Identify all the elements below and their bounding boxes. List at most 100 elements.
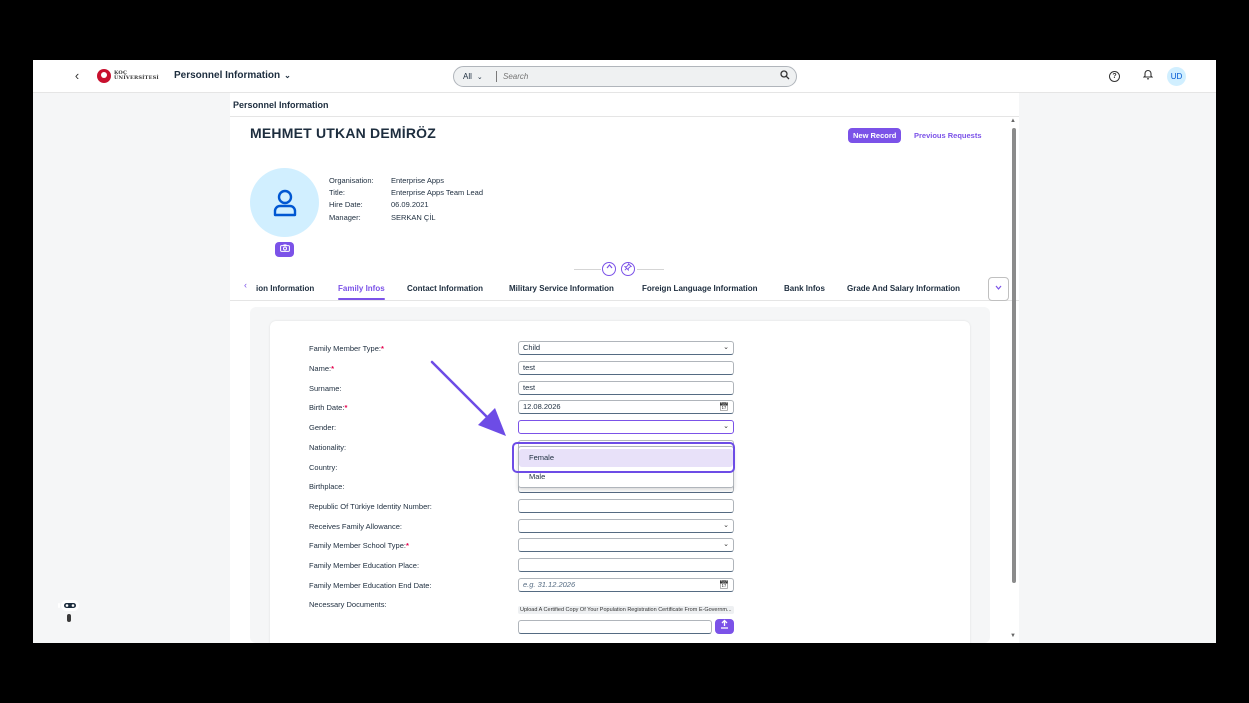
info-row-manager: Manager: SERKAN ÇİL <box>329 212 483 224</box>
camera-icon <box>279 244 290 252</box>
surname-label: Surname: <box>309 384 342 393</box>
info-label: Title: <box>329 188 345 198</box>
country-label: Country: <box>309 463 338 472</box>
tab-bank-infos[interactable]: Bank Infos <box>784 284 825 293</box>
company-logo[interactable]: KOÇ ÜNİVERSİTESİ <box>97 69 159 83</box>
school-type-label: Family Member School Type:* <box>309 541 409 550</box>
form-section: Family Member Type:* Child ⌄ Name:* test … <box>250 307 990 643</box>
document-upload-input[interactable] <box>518 620 712 634</box>
identity-number-input[interactable] <box>518 499 734 513</box>
chevron-up-icon <box>606 264 612 269</box>
birth-date-label: Birth Date:* <box>309 403 348 412</box>
family-member-type-label: Family Member Type:* <box>309 344 384 353</box>
search-scope-select[interactable]: All ⌄ <box>454 72 496 81</box>
info-label: Hire Date: <box>329 200 363 210</box>
app-title-menu[interactable]: Personnel Information ⌄ <box>174 70 291 81</box>
search-input[interactable] <box>497 67 774 86</box>
necessary-documents-label: Necessary Documents: <box>309 600 387 609</box>
search-box: All ⌄ <box>453 66 797 87</box>
upload-icon <box>721 619 728 629</box>
back-icon[interactable]: ‹ <box>69 68 85 84</box>
info-label: Organisation: <box>329 176 374 185</box>
calendar-icon[interactable]: 📅︎ <box>719 401 729 413</box>
tab-contact-information[interactable]: Contact Information <box>407 284 483 293</box>
tab-family-infos[interactable]: Family Infos <box>338 284 385 300</box>
info-row-hire-date: Hire Date: 06.09.2021 <box>329 199 483 211</box>
surname-input[interactable]: test <box>518 381 734 395</box>
app-title: Personnel Information <box>174 70 281 81</box>
tab-grade-and-salary-information[interactable]: Grade And Salary Information <box>847 284 960 293</box>
info-value: 06.09.2021 <box>391 200 429 210</box>
divider <box>637 269 664 270</box>
gender-label: Gender: <box>309 423 337 432</box>
family-member-type-select[interactable]: Child ⌄ <box>518 341 734 355</box>
tab-overflow-button[interactable] <box>988 277 1009 301</box>
identity-number-label: Republic Of Türkiye Identity Number: <box>309 502 432 511</box>
chevron-down-icon: ⌄ <box>284 71 291 80</box>
birth-date-picker[interactable]: 12.08.2026 📅︎ <box>518 400 734 414</box>
previous-requests-link[interactable]: Previous Requests <box>914 131 982 140</box>
pin-icon <box>623 262 633 272</box>
nationality-label: Nationality: <box>309 443 347 452</box>
annotation-highlight-box <box>512 442 735 473</box>
chevron-left-icon[interactable]: ‹ <box>244 280 247 290</box>
education-place-input[interactable] <box>518 558 734 572</box>
name-label: Name:* <box>309 364 335 373</box>
page-content: Personnel Information MEHMET UTKAN DEMİR… <box>230 93 1019 643</box>
logo-text-line2: ÜNİVERSİTESİ <box>114 75 159 81</box>
assistant-bot-icon[interactable] <box>57 598 81 624</box>
help-icon[interactable]: ? <box>1109 71 1120 82</box>
header-collapse-bar <box>574 261 664 277</box>
birthplace-label: Birthplace: <box>309 482 345 491</box>
person-icon <box>273 189 296 216</box>
info-value: Enterprise Apps Team Lead <box>391 188 484 198</box>
family-allowance-select[interactable]: ⌄ <box>518 519 734 533</box>
chevron-down-icon: ⌄ <box>723 541 729 548</box>
family-member-form: Family Member Type:* Child ⌄ Name:* test … <box>270 321 970 643</box>
shell-bar: ‹ KOÇ ÜNİVERSİTESİ Personnel Information… <box>33 60 1216 93</box>
calendar-icon[interactable]: 📅︎ <box>719 579 729 591</box>
employee-avatar <box>250 168 319 237</box>
chevron-down-icon: ⌄ <box>723 344 729 351</box>
page-title: Personnel Information <box>233 100 329 110</box>
employee-name: MEHMET UTKAN DEMİRÖZ <box>250 125 436 141</box>
collapse-header-button[interactable] <box>602 262 616 276</box>
chevron-down-icon <box>995 285 1002 290</box>
user-avatar[interactable]: UD <box>1167 67 1186 86</box>
info-label: Manager: <box>329 212 361 222</box>
upload-button[interactable] <box>715 619 734 634</box>
gender-select[interactable]: ⌄ <box>518 420 734 434</box>
app-window: ‹ KOÇ ÜNİVERSİTESİ Personnel Information… <box>33 60 1216 643</box>
annotation-arrow <box>430 360 506 436</box>
education-place-label: Family Member Education Place: <box>309 561 420 570</box>
chevron-down-icon: ⌄ <box>723 423 729 430</box>
search-scope-value: All <box>463 72 472 81</box>
chevron-down-icon: ⌄ <box>476 73 483 81</box>
name-input[interactable]: test <box>518 361 734 375</box>
tab-education-information[interactable]: ion Information <box>256 284 314 293</box>
tab-bar: ‹ ion Information Family Infos Contact I… <box>230 277 1019 301</box>
camera-button[interactable] <box>275 242 294 257</box>
divider <box>230 116 1019 117</box>
tab-military-service-information[interactable]: Military Service Information <box>509 284 614 293</box>
pin-header-button[interactable] <box>621 262 635 276</box>
tab-foreign-language-information[interactable]: Foreign Language Information <box>642 284 758 293</box>
scrollbar-thumb[interactable] <box>1012 128 1016 583</box>
info-row-title: Title: Enterprise Apps Team Lead <box>329 187 483 199</box>
family-allowance-label: Receives Family Allowance: <box>309 522 402 531</box>
info-row-organisation: Organisation: Enterprise Apps <box>329 175 483 187</box>
employee-info: Organisation: Enterprise Apps Title: Enter… <box>329 175 483 224</box>
scroll-down-icon[interactable]: ▼ <box>1010 633 1016 639</box>
chevron-down-icon: ⌄ <box>723 522 729 529</box>
education-end-date-picker[interactable]: e.g. 31.12.2026 📅︎ <box>518 578 734 592</box>
upload-instruction: Upload A Certified Copy Of Your Populati… <box>518 606 734 614</box>
scroll-up-icon[interactable]: ▲ <box>1010 118 1016 124</box>
info-value: Enterprise Apps <box>391 176 444 185</box>
info-value: SERKAN ÇİL <box>391 212 436 222</box>
vertical-scrollbar[interactable]: ▲ ▼ <box>1010 118 1017 643</box>
search-icon[interactable] <box>774 70 796 83</box>
bell-icon[interactable] <box>1141 69 1155 83</box>
school-type-select[interactable]: ⌄ <box>518 538 734 552</box>
new-record-button[interactable]: New Record <box>848 128 902 143</box>
divider <box>574 269 601 270</box>
